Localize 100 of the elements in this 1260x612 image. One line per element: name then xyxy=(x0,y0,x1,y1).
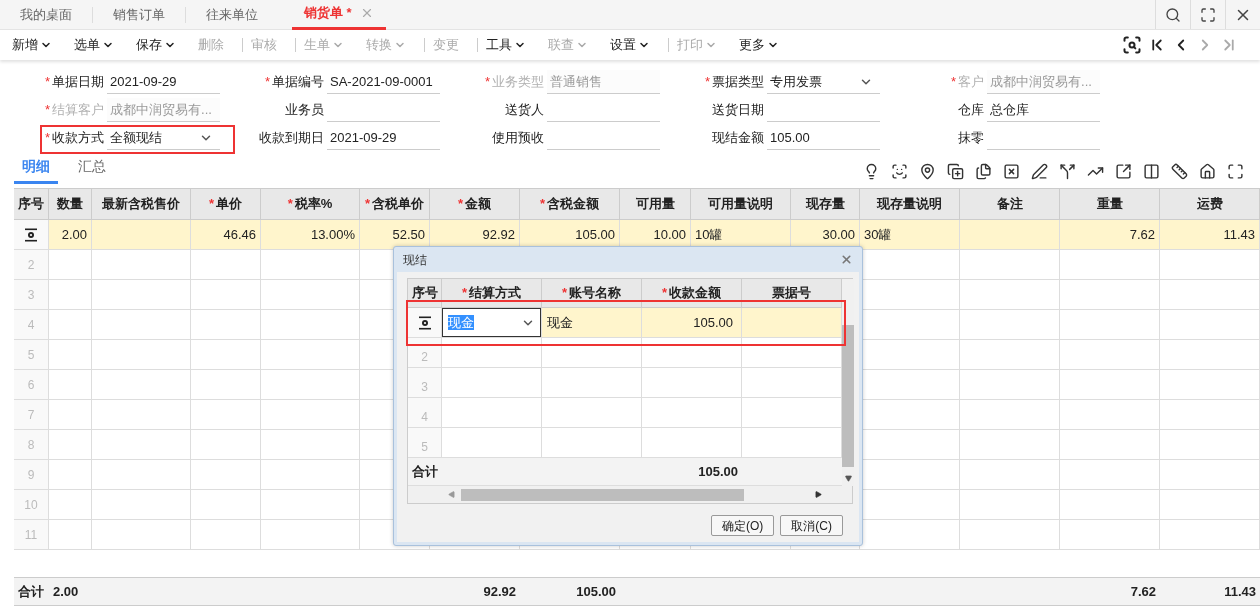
files-icon[interactable] xyxy=(975,163,992,180)
field-label: *单据编号 xyxy=(264,73,324,92)
row-number: 2 xyxy=(27,256,35,274)
field-label: 送货日期 xyxy=(712,101,764,120)
row-number: 6 xyxy=(27,376,35,394)
square-x-icon[interactable] xyxy=(1003,163,1020,180)
column-header: 数量 xyxy=(49,189,92,219)
split-icon[interactable] xyxy=(1059,163,1076,180)
field-label: 使用预收 xyxy=(492,129,544,148)
detail-tab[interactable]: 明细 xyxy=(14,156,58,184)
page-tab[interactable]: 销售订单 xyxy=(93,0,185,30)
fullscreen-icon[interactable] xyxy=(1200,6,1216,23)
column-header: *税率% xyxy=(261,189,360,219)
map-pin-icon[interactable] xyxy=(919,163,936,180)
row-number: 8 xyxy=(27,436,35,454)
table-cell-text: 52.50 xyxy=(392,225,425,244)
toolbar-button[interactable]: 新增 xyxy=(6,35,58,55)
page-tab[interactable]: 往来单位 xyxy=(186,0,278,30)
table-cell-text: 11.43 xyxy=(1223,225,1255,244)
field-label: 业务员 xyxy=(285,101,324,120)
column-header: 可用量 xyxy=(620,189,691,219)
toolbar-button[interactable]: 选单 xyxy=(68,35,120,55)
field-label: 现结金额 xyxy=(712,129,764,148)
detail-tab[interactable]: 汇总 xyxy=(74,156,110,184)
table-cell-text: 现金 xyxy=(547,313,573,332)
toolbar-button[interactable]: 更多 xyxy=(733,35,785,55)
fullscreen-icon[interactable] xyxy=(1227,163,1244,180)
dialog-button[interactable]: 取消(C) xyxy=(780,515,843,536)
page-tab[interactable]: 销货单 * xyxy=(292,0,386,30)
row-number: 11 xyxy=(24,526,38,544)
column-header: *金额 xyxy=(430,189,520,219)
table-cell-text: 2.00 xyxy=(61,225,87,244)
table-cell-text: 13.00% xyxy=(310,225,355,244)
row-marker-icon xyxy=(24,227,38,242)
find-icon[interactable] xyxy=(1122,35,1142,55)
scroll-left-icon[interactable] xyxy=(448,491,455,498)
table-cell-text: 30罐 xyxy=(864,225,892,244)
column-header: *含税单价 xyxy=(360,189,430,219)
toolbar-button[interactable]: 工具 xyxy=(480,35,532,55)
field-label: *单据日期 xyxy=(44,73,104,92)
field-label: *业务类型 xyxy=(484,73,544,92)
row-number: 4 xyxy=(27,316,35,334)
total-value: 105.00 xyxy=(576,582,616,601)
ruler-icon[interactable] xyxy=(1171,163,1188,180)
horizontal-scrollbar[interactable] xyxy=(408,486,852,503)
table-row[interactable]: 现金 现金 105.00 xyxy=(408,308,842,338)
table-row[interactable]: 2.00 46.46 13.00% 52.50 92.92 105.00 10.00 10罐 30.00 30罐 7.62 11.43 xyxy=(14,220,1260,250)
total-value: 11.43 xyxy=(1224,582,1256,601)
total-value: 7.62 xyxy=(1130,582,1156,601)
table-cell-text: 105.00 xyxy=(575,225,615,244)
row-number: 4 xyxy=(421,408,428,426)
copy-plus-icon[interactable] xyxy=(947,163,964,180)
field-label: *结算客户 xyxy=(44,101,104,120)
table-cell-text: 10罐 xyxy=(695,225,723,244)
search-icon[interactable] xyxy=(1165,6,1181,23)
field-label: 仓库 xyxy=(958,101,984,120)
total-value: 105.00 xyxy=(698,462,738,481)
total-label: 合计 xyxy=(412,462,438,481)
dialog-button[interactable]: 确定(O) xyxy=(711,515,775,536)
table-cell-text: 7.62 xyxy=(1129,225,1155,244)
row-number: 10 xyxy=(24,496,38,514)
table-cell-text: 10.00 xyxy=(653,225,686,244)
table-cell-text: 30.00 xyxy=(822,225,855,244)
scan-face-icon[interactable] xyxy=(891,163,908,180)
total-label: 合计 xyxy=(18,582,44,601)
field-label: *票据类型 xyxy=(704,73,764,92)
column-header: 备注 xyxy=(960,189,1060,219)
table-cell-text: 105.00 xyxy=(693,313,733,332)
row-marker-icon xyxy=(417,315,432,330)
row-number: 2 xyxy=(421,348,428,366)
column-header: 现存量 xyxy=(791,189,860,219)
column-header: 最新含税售价 xyxy=(92,189,191,219)
column-header: 可用量说明 xyxy=(691,189,791,219)
scroll-right-icon[interactable] xyxy=(815,491,822,498)
toolbar-button[interactable]: 设置 xyxy=(604,35,656,55)
total-value: 2.00 xyxy=(53,582,79,601)
row-number: 7 xyxy=(27,406,35,424)
page-tab[interactable]: 我的桌面 xyxy=(0,0,92,30)
column-header: 序号 xyxy=(14,189,49,219)
column-header: *含税金额 xyxy=(520,189,620,219)
column-header: *单价 xyxy=(191,189,261,219)
export-icon[interactable] xyxy=(1115,163,1132,180)
field-label: *收款方式 xyxy=(44,129,104,148)
row-number: 9 xyxy=(27,466,35,484)
pen-icon[interactable] xyxy=(1031,163,1048,180)
field-label: 送货人 xyxy=(505,101,544,120)
select-field[interactable]: 现金 xyxy=(442,308,541,337)
vertical-scrollbar[interactable] xyxy=(842,279,854,486)
scroll-down-icon[interactable] xyxy=(844,475,852,482)
column-header: 运费 xyxy=(1160,189,1260,219)
row-number: 3 xyxy=(421,378,428,396)
field-label: 收款到期日 xyxy=(259,129,324,148)
total-value: 92.92 xyxy=(483,582,516,601)
field-label: *客户 xyxy=(950,73,984,92)
dialog-title: 现结 xyxy=(403,251,428,269)
columns-icon[interactable] xyxy=(1143,163,1160,180)
house-icon[interactable] xyxy=(1199,163,1216,180)
row-number: 3 xyxy=(27,286,35,304)
toolbar-button[interactable]: 保存 xyxy=(130,35,182,55)
row-number: 5 xyxy=(421,438,428,456)
